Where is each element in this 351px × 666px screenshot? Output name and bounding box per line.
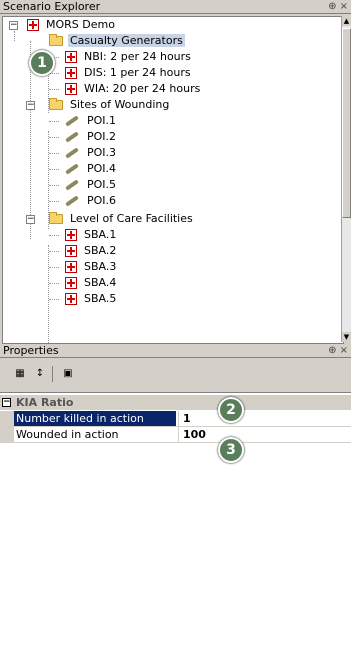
category-label: KIA Ratio: [16, 396, 74, 409]
folder-icon: [48, 98, 63, 110]
property-row[interactable]: Wounded in action 100: [0, 427, 351, 443]
tree-label-level-of-care: Level of Care Facilities: [70, 212, 193, 225]
property-grid[interactable]: − KIA Ratio Number killed in action 1 Wo…: [0, 392, 351, 666]
pin-close-icons[interactable]: ⊕ ×: [328, 344, 348, 358]
tree-label-sba: SBA.5: [84, 292, 117, 305]
property-value[interactable]: 1: [178, 411, 191, 426]
tree-label-poi: POI.3: [87, 146, 117, 159]
scenario-icon: [26, 19, 39, 31]
tree-label-sites-of-wounding: Sites of Wounding: [70, 98, 170, 111]
tree-node-level-of-care[interactable]: − Level of Care Facilities: [23, 211, 195, 227]
tree-node-nbi[interactable]: NBI: 2 per 24 hours: [49, 49, 193, 65]
property-value[interactable]: 100: [178, 427, 206, 442]
medical-facility-icon: [64, 277, 77, 289]
tree-label-root: MORS Demo: [46, 18, 115, 31]
properties-title: Properties ⊕ ×: [0, 344, 351, 358]
properties-title-text: Properties: [3, 344, 59, 357]
medical-facility-icon: [64, 245, 77, 257]
tree-node-poi-3[interactable]: POI.3: [49, 145, 118, 161]
poi-icon: [64, 131, 79, 143]
scenario-explorer-title-text: Scenario Explorer: [3, 0, 101, 13]
poi-icon: [64, 147, 79, 159]
tree-node-poi-2[interactable]: POI.2: [49, 129, 118, 145]
property-pages-icon[interactable]: ▣: [60, 366, 76, 382]
medical-facility-icon: [64, 261, 77, 273]
collapse-icon[interactable]: −: [2, 398, 11, 407]
tree-node-poi-5[interactable]: POI.5: [49, 177, 118, 193]
tree-label-poi: POI.2: [87, 130, 117, 143]
collapse-icon[interactable]: −: [9, 21, 18, 30]
poi-icon: [64, 163, 79, 175]
scroll-up-icon[interactable]: ▲: [342, 16, 351, 26]
properties-toolbar: ▦ ↕ ▣: [0, 360, 351, 390]
tree-label-sba: SBA.2: [84, 244, 117, 257]
categorized-icon[interactable]: ▦: [12, 366, 28, 382]
tree-label-dis: DIS: 1 per 24 hours: [84, 66, 191, 79]
medical-facility-icon: [64, 229, 77, 241]
pin-close-icons[interactable]: ⊕ ×: [328, 0, 348, 14]
property-name[interactable]: Number killed in action: [14, 411, 176, 426]
tree-node-poi-1[interactable]: POI.1: [49, 113, 118, 129]
tree-node-casualty-generators[interactable]: Casualty Generators: [23, 33, 185, 49]
folder-icon: [48, 34, 63, 46]
tree-label-sba: SBA.1: [84, 228, 117, 241]
poi-icon: [64, 179, 79, 191]
property-row[interactable]: Number killed in action 1: [0, 411, 351, 427]
casualty-generator-icon: [64, 67, 77, 79]
tree-node-poi-6[interactable]: POI.6: [49, 193, 118, 209]
tree-node-wia[interactable]: WIA: 20 per 24 hours: [49, 81, 202, 97]
callout-badge-1: 1: [29, 50, 55, 76]
callout-badge-3: 3: [218, 437, 244, 463]
tree-node-sites-of-wounding[interactable]: − Sites of Wounding: [23, 97, 171, 113]
callout-badge-2: 2: [218, 397, 244, 423]
tree-label-poi: POI.4: [87, 162, 117, 175]
collapse-icon[interactable]: −: [26, 101, 35, 110]
scrollbar-thumb[interactable]: [342, 28, 351, 218]
property-name[interactable]: Wounded in action: [14, 427, 176, 442]
category-row[interactable]: − KIA Ratio: [0, 395, 351, 410]
sort-alphabetical-icon[interactable]: ↕: [32, 366, 48, 382]
tree-node-sba-5[interactable]: SBA.5: [49, 291, 118, 307]
casualty-generator-icon: [64, 51, 77, 63]
tree-label-sba: SBA.4: [84, 276, 117, 289]
tree-label-poi: POI.5: [87, 178, 117, 191]
tree-label-wia: WIA: 20 per 24 hours: [84, 82, 201, 95]
tree-label-poi: POI.1: [87, 114, 117, 127]
poi-icon: [64, 195, 79, 207]
tree-node-poi-4[interactable]: POI.4: [49, 161, 118, 177]
scenario-explorer-title: Scenario Explorer ⊕ ×: [0, 0, 351, 14]
tree-node-sba-2[interactable]: SBA.2: [49, 243, 118, 259]
folder-icon: [48, 212, 63, 224]
tree-label-nbi: NBI: 2 per 24 hours: [84, 50, 191, 63]
collapse-icon[interactable]: −: [26, 215, 35, 224]
tree-label-sba: SBA.3: [84, 260, 117, 273]
tree-node-dis[interactable]: DIS: 1 per 24 hours: [49, 65, 193, 81]
medical-facility-icon: [64, 293, 77, 305]
tree-node-sba-3[interactable]: SBA.3: [49, 259, 118, 275]
tree-node-sba-4[interactable]: SBA.4: [49, 275, 118, 291]
toolbar-separator: [52, 366, 53, 382]
poi-icon: [64, 115, 79, 127]
tree-scrollbar[interactable]: ▲ ▼: [341, 16, 351, 342]
tree-label-casualty-generators: Casualty Generators: [68, 34, 185, 47]
tree-node-sba-1[interactable]: SBA.1: [49, 227, 118, 243]
tree-label-poi: POI.6: [87, 194, 117, 207]
casualty-generator-icon: [64, 83, 77, 95]
tree-node-root[interactable]: − MORS Demo: [7, 17, 117, 33]
scroll-down-icon[interactable]: ▼: [342, 332, 351, 342]
